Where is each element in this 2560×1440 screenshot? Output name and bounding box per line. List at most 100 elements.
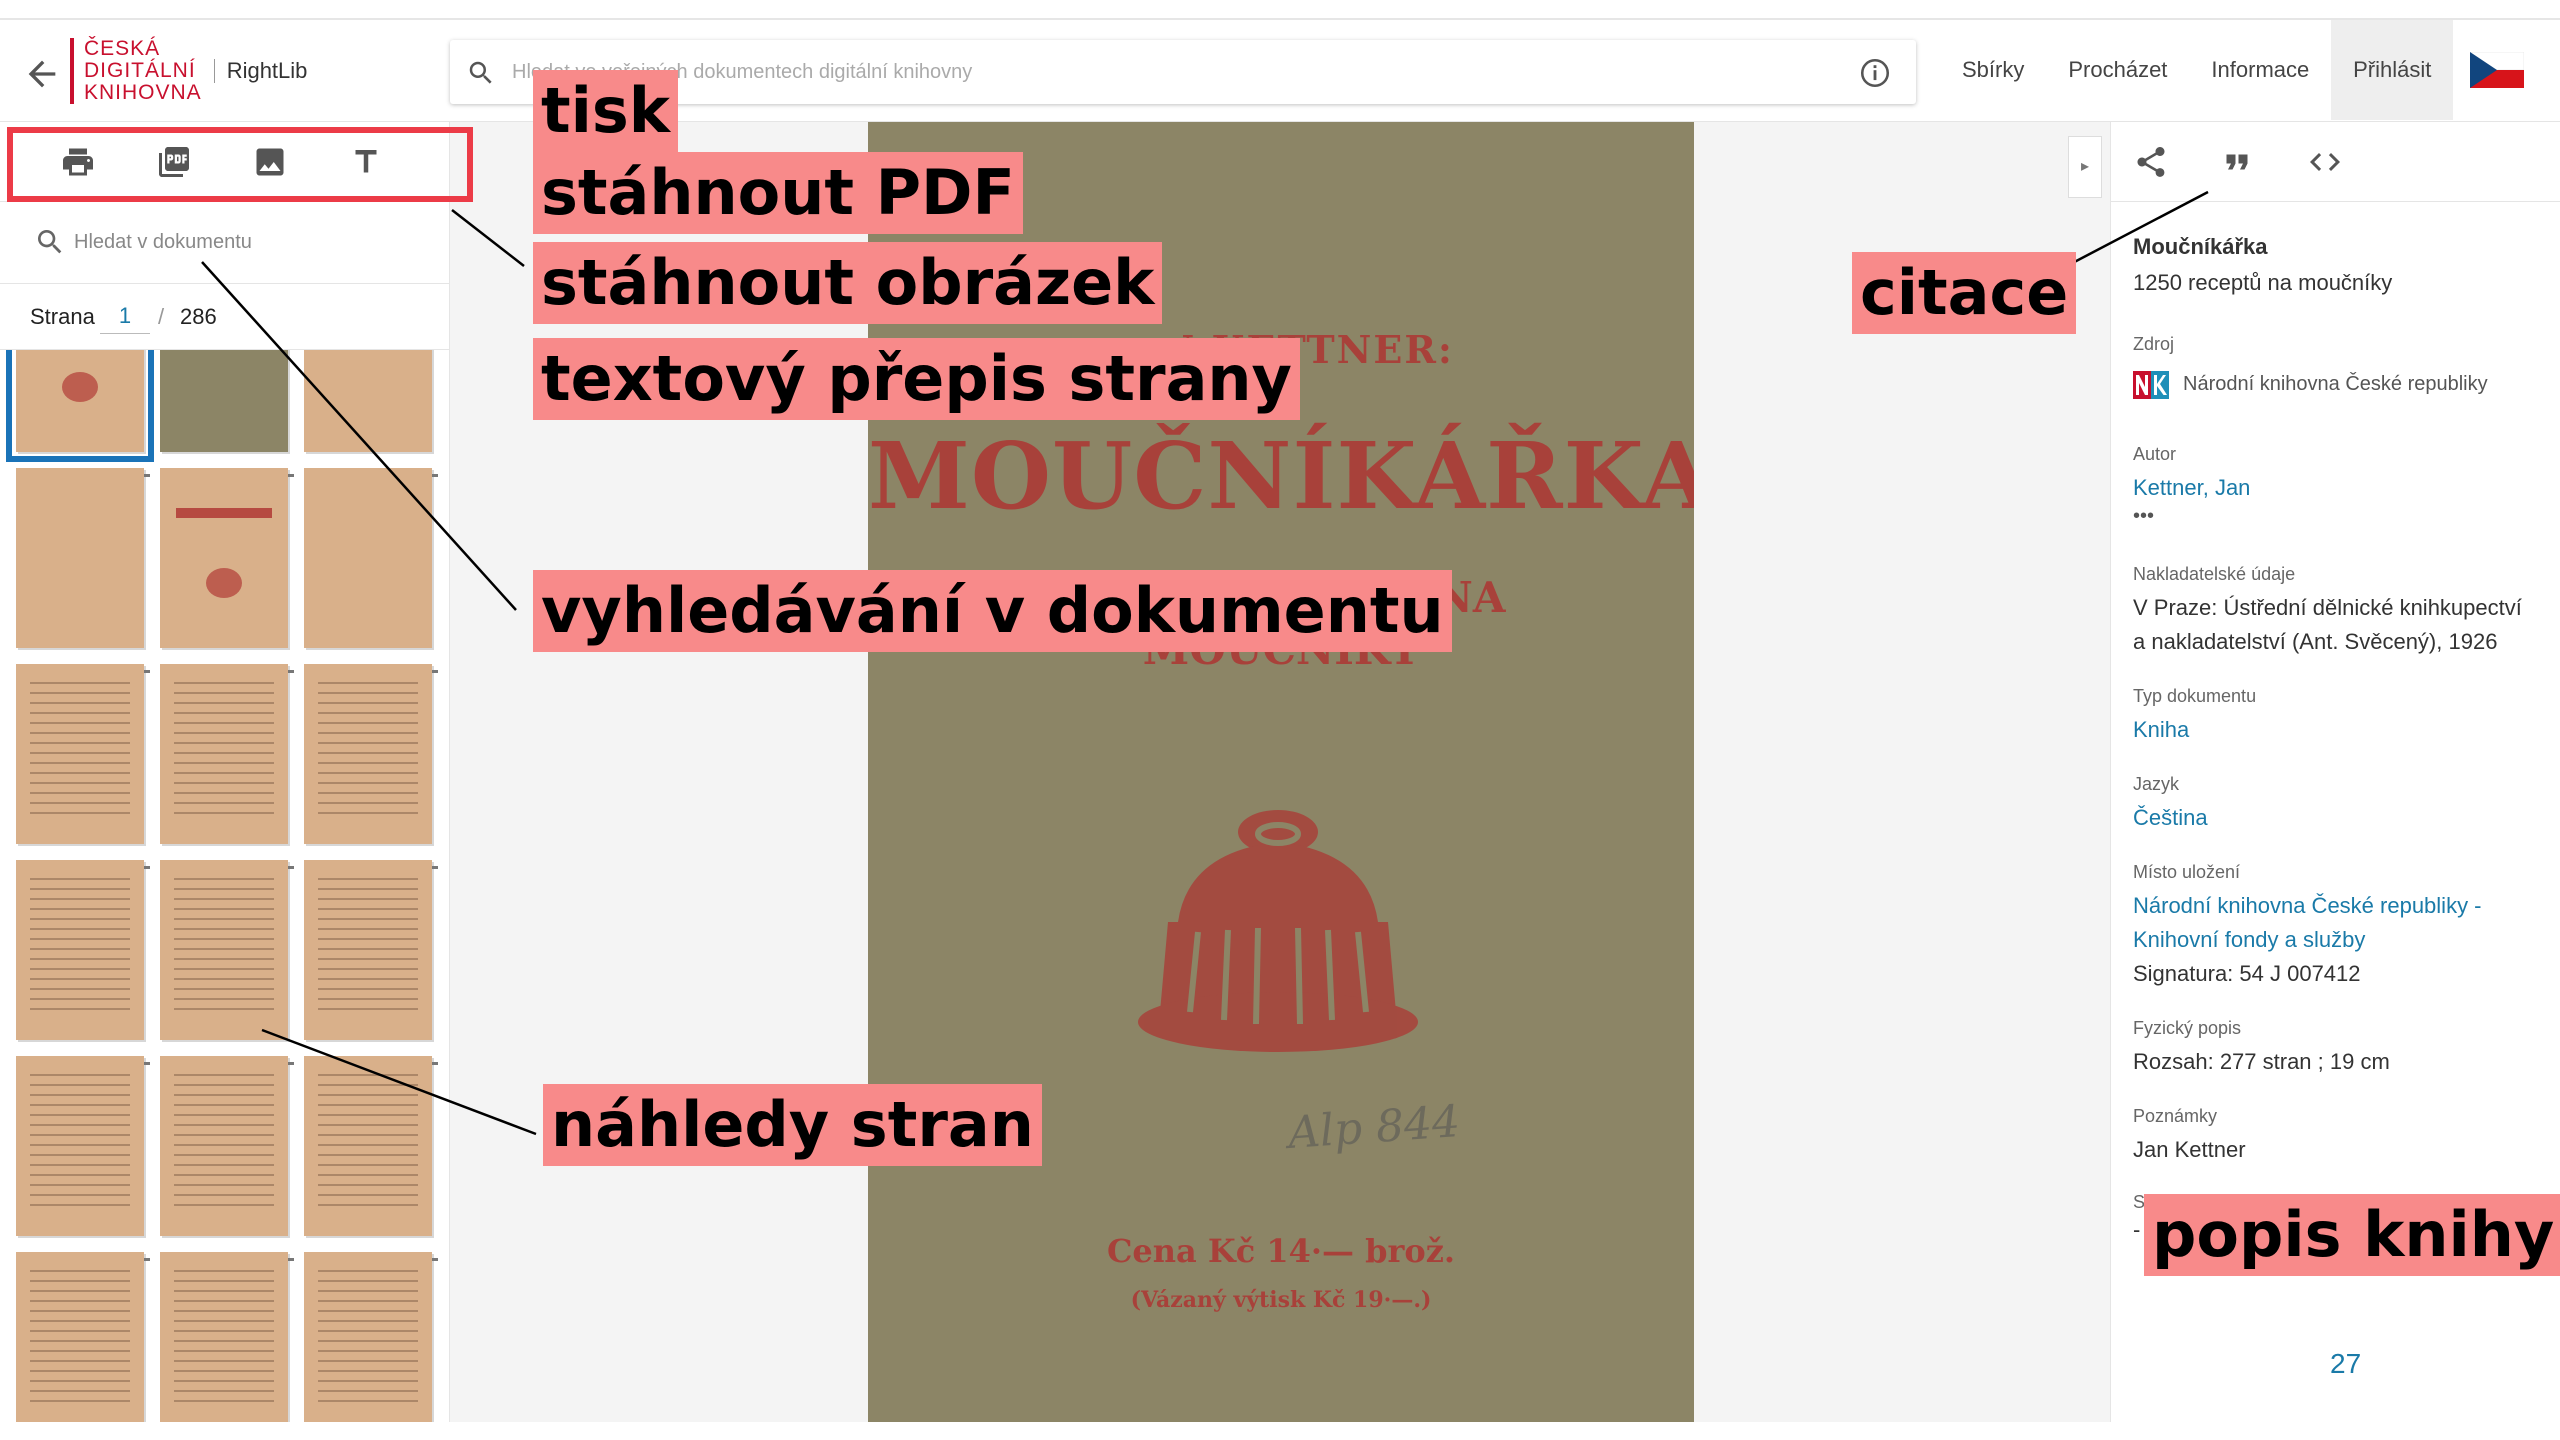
thumb-text-line: [30, 1164, 130, 1166]
thumb-text-line: [318, 1270, 418, 1272]
thumb-text-line: [30, 772, 130, 774]
thumb-text-line: [30, 1400, 130, 1402]
thumb-text-line: [30, 812, 130, 814]
cover-price: Cena Kč 14·— brož.: [1106, 1232, 1456, 1270]
more-authors-button[interactable]: •••: [2133, 505, 2543, 527]
page-thumbnail[interactable]: [160, 468, 294, 648]
handwritten-shelfmark: Alp 844: [1286, 1096, 1462, 1159]
page-thumbnail[interactable]: [160, 350, 288, 452]
thumb-text-line: [318, 1370, 418, 1372]
thumb-text-line: [30, 1134, 130, 1136]
nav-sbirky[interactable]: Sbírky: [1940, 20, 2046, 120]
thumb-text-line: [318, 988, 418, 990]
thumb-text-line: [174, 1084, 274, 1086]
page-thumbnail[interactable]: [16, 1056, 150, 1236]
bundt-cake-illustration: [1138, 810, 1418, 1052]
author-link[interactable]: Kettner, Jan: [2133, 471, 2543, 505]
thumb-text-line: [30, 1074, 130, 1076]
login-button[interactable]: Přihlásit: [2331, 20, 2454, 120]
page-thumbnail[interactable]: [304, 1056, 438, 1236]
thumb-text-line: [318, 1194, 418, 1196]
thumb-text-line: [318, 782, 418, 784]
page-thumbnail[interactable]: [304, 664, 438, 844]
thumb-text-line: [174, 712, 274, 714]
page-thumbnail[interactable]: [160, 860, 294, 1040]
thumb-text-line: [30, 918, 130, 920]
book-subtitle: 1250 receptů na moučníky: [2133, 270, 2393, 295]
page-thumbnail[interactable]: [16, 468, 150, 648]
thumb-text-line: [30, 1300, 130, 1302]
thumb-text-line: [174, 1370, 274, 1372]
back-arrow-icon[interactable]: [22, 54, 62, 94]
share-icon[interactable]: [2133, 144, 2169, 180]
annotation-tisk: tisk: [533, 70, 679, 152]
page-thumbnail[interactable]: [16, 1252, 150, 1422]
notes-label: Poznámky: [2133, 1106, 2218, 1126]
language-label: Jazyk: [2133, 774, 2180, 794]
thumb-text-line: [30, 888, 130, 890]
thumb-text-line: [174, 1094, 274, 1096]
thumb-text-line: [174, 1330, 274, 1332]
page-thumbnail[interactable]: [6, 350, 154, 462]
thumb-text-line: [30, 1104, 130, 1106]
thumb-corner-mark: [144, 866, 150, 869]
location-link-line-1[interactable]: Národní knihovna České republiky -: [2133, 889, 2543, 923]
thumb-text-line: [174, 702, 274, 704]
thumb-text-line: [30, 948, 130, 950]
nav-prochazet[interactable]: Procházet: [2046, 20, 2189, 120]
location-link-line-2[interactable]: Knihovní fondy a služby: [2133, 923, 2543, 957]
thumb-text-line: [174, 782, 274, 784]
page-thumbnail[interactable]: [304, 860, 438, 1040]
thumb-text-line: [318, 998, 418, 1000]
page-pager: Strana 1 / 286: [0, 284, 450, 350]
thumb-text-line: [174, 692, 274, 694]
nav-informace[interactable]: Informace: [2189, 20, 2331, 120]
thumb-text-line: [318, 1390, 418, 1392]
global-search-input[interactable]: [512, 54, 1812, 90]
thumb-text-line: [174, 1074, 274, 1076]
thumb-corner-mark: [432, 866, 438, 869]
cdk-logo[interactable]: ČESKÁ DIGITÁLNÍ KNIHOVNA RightLib: [70, 34, 307, 108]
thumb-text-line: [30, 1194, 130, 1196]
thumb-text-line: [318, 1340, 418, 1342]
logo-bar: [70, 38, 74, 104]
thumb-text-line: [318, 692, 418, 694]
annotation-pdf: stáhnout PDF: [533, 152, 1023, 234]
page-thumbnail[interactable]: [304, 1252, 438, 1422]
right-panel-toggle[interactable]: ▸: [2068, 136, 2102, 198]
thumb-text-line: [174, 1380, 274, 1382]
page-thumbnail[interactable]: [160, 1056, 294, 1236]
current-page-input[interactable]: 1: [100, 298, 150, 334]
page-thumbnail[interactable]: [16, 860, 150, 1040]
page-thumbnail[interactable]: [304, 468, 438, 648]
thumb-text-line: [174, 752, 274, 754]
czech-flag-icon[interactable]: [2470, 52, 2524, 88]
thumb-corner-mark: [288, 866, 294, 869]
thumb-text-line: [174, 1400, 274, 1402]
thumb-text-line: [318, 812, 418, 814]
thumb-text-line: [174, 968, 274, 970]
language-link[interactable]: Čeština: [2133, 801, 2543, 835]
top-navbar: ČESKÁ DIGITÁLNÍ KNIHOVNA RightLib Sbírky…: [0, 20, 2560, 122]
thumb-text-line: [30, 732, 130, 734]
thumb-text-line: [318, 1204, 418, 1206]
thumb-text-line: [174, 888, 274, 890]
page-thumbnail[interactable]: [160, 1252, 294, 1422]
page-thumbnail[interactable]: [160, 664, 294, 844]
thumb-text-line: [318, 1144, 418, 1146]
thumb-text-line: [174, 1114, 274, 1116]
thumb-text-line: [30, 938, 130, 940]
page-thumbnail[interactable]: [16, 664, 150, 844]
info-icon[interactable]: [1858, 56, 1892, 90]
document-search-input[interactable]: [74, 224, 414, 260]
citation-quote-icon[interactable]: [2219, 144, 2255, 180]
thumb-text-line: [318, 1400, 418, 1402]
thumb-text-line: [30, 978, 130, 980]
document-search[interactable]: [0, 202, 450, 284]
thumb-text-line: [318, 928, 418, 930]
doctype-link[interactable]: Kniha: [2133, 713, 2543, 747]
page-thumbnail[interactable]: [304, 350, 432, 452]
thumb-text-line: [318, 1310, 418, 1312]
code-embed-icon[interactable]: [2307, 144, 2343, 180]
thumb-text-line: [318, 1350, 418, 1352]
